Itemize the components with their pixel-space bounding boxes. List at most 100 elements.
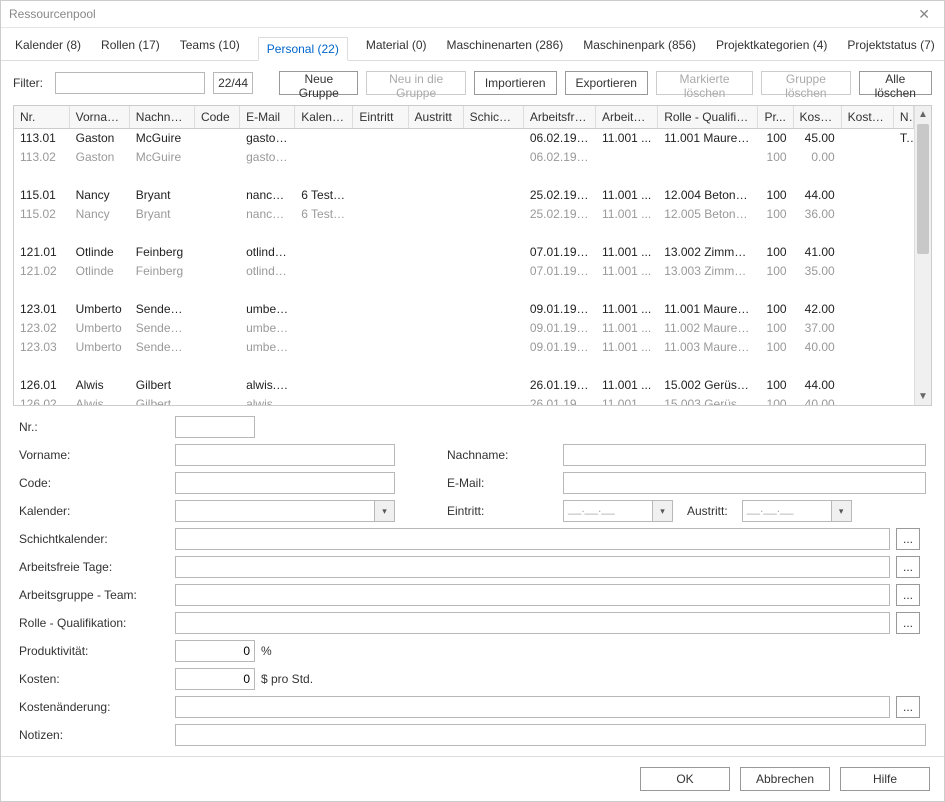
table-row[interactable]: 115.01NancyBryantnancy....6 Test-S...25.…: [14, 186, 914, 205]
data-table-wrapper: Nr.VornameNachnameCodeE-MailKalenderEint…: [13, 105, 932, 406]
filter-label: Filter:: [13, 76, 43, 90]
code-label: Code:: [19, 476, 169, 490]
vertical-scrollbar[interactable]: ▲ ▼: [914, 106, 931, 405]
count-box: 22/44: [213, 72, 253, 94]
code-input[interactable]: [175, 472, 395, 494]
schicht-browse-button[interactable]: ...: [896, 528, 920, 550]
table-row[interactable]: 113.02GastonMcGuiregaston...06.02.19-0..…: [14, 148, 914, 167]
ok-button[interactable]: OK: [640, 767, 730, 791]
nachname-input[interactable]: [563, 444, 926, 466]
close-icon[interactable]: ✕: [912, 6, 936, 23]
col-header[interactable]: Kosten: [793, 106, 841, 129]
export-button[interactable]: Exportieren: [565, 71, 648, 95]
team-input[interactable]: [175, 584, 890, 606]
vorname-input[interactable]: [175, 444, 395, 466]
chevron-down-icon: ▾: [832, 500, 852, 522]
import-button[interactable]: Importieren: [474, 71, 557, 95]
delete-all-button[interactable]: Alle löschen: [859, 71, 932, 95]
filter-input[interactable]: [55, 72, 205, 94]
tab-6[interactable]: Maschinenpark (856): [581, 34, 698, 60]
table-row[interactable]: 113.01GastonMcGuiregaston...06.02.19-0..…: [14, 129, 914, 148]
schicht-input[interactable]: [175, 528, 890, 550]
eintritt-label: Eintritt:: [447, 504, 557, 518]
table-row[interactable]: 121.02OtlindeFeinbergotlinde...07.01.19;…: [14, 262, 914, 281]
rolle-browse-button[interactable]: ...: [896, 612, 920, 634]
kalender-label: Kalender:: [19, 504, 169, 518]
tab-1[interactable]: Rollen (17): [99, 34, 162, 60]
col-header[interactable]: Austritt: [408, 106, 463, 129]
kosten-input[interactable]: [175, 668, 255, 690]
col-header[interactable]: Eintritt: [353, 106, 408, 129]
toolbar: Filter: 22/44 Neue Gruppe Neu in die Gru…: [1, 61, 944, 105]
col-header[interactable]: Code: [194, 106, 239, 129]
freietage-input[interactable]: [175, 556, 890, 578]
col-header[interactable]: Nr.: [14, 106, 69, 129]
kosten-unit: $ pro Std.: [255, 672, 313, 686]
window-title: Ressourcenpool: [9, 7, 96, 21]
tab-0[interactable]: Kalender (8): [13, 34, 83, 60]
kostenaend-input[interactable]: [175, 696, 890, 718]
nr-label: Nr.:: [19, 420, 169, 434]
table-row[interactable]: 123.02UmbertoSendeckyiumbert...09.01.19;…: [14, 319, 914, 338]
kalender-combo[interactable]: ▾: [175, 500, 395, 522]
notizen-input[interactable]: [175, 724, 926, 746]
nachname-label: Nachname:: [447, 448, 557, 462]
table-row[interactable]: 121.01OtlindeFeinbergotlinde...07.01.19;…: [14, 243, 914, 262]
kostenaend-browse-button[interactable]: ...: [896, 696, 920, 718]
col-header[interactable]: Kalender: [295, 106, 353, 129]
table-row[interactable]: 123.03UmbertoSendeckyiumbert...09.01.19;…: [14, 338, 914, 357]
col-header[interactable]: N...: [893, 106, 913, 129]
austritt-label: Austritt:: [687, 504, 728, 518]
kostenaend-label: Kostenänderung:: [19, 700, 169, 714]
tab-2[interactable]: Teams (10): [178, 34, 242, 60]
kosten-label: Kosten:: [19, 672, 169, 686]
col-header[interactable]: E-Mail: [240, 106, 295, 129]
scroll-thumb[interactable]: [917, 124, 929, 254]
col-header[interactable]: Pr...: [758, 106, 793, 129]
header-row[interactable]: Nr.VornameNachnameCodeE-MailKalenderEint…: [14, 106, 914, 129]
prod-label: Produktivität:: [19, 644, 169, 658]
email-input[interactable]: [563, 472, 926, 494]
new-group-button[interactable]: Neue Gruppe: [279, 71, 358, 95]
eintritt-date[interactable]: __.__.__▾: [563, 500, 673, 522]
freietage-browse-button[interactable]: ...: [896, 556, 920, 578]
table-row: [14, 357, 914, 376]
table-row: [14, 167, 914, 186]
table-row[interactable]: 126.02AlwisGilbertalwis.g...26.01.19;2..…: [14, 395, 914, 405]
rolle-input[interactable]: [175, 612, 890, 634]
tab-4[interactable]: Material (0): [364, 34, 429, 60]
tab-5[interactable]: Maschinenarten (286): [445, 34, 566, 60]
col-header[interactable]: Arbeitsfreie...: [523, 106, 595, 129]
chevron-down-icon: ▾: [653, 500, 673, 522]
cancel-button[interactable]: Abbrechen: [740, 767, 830, 791]
col-header[interactable]: Rolle - Qualifik...: [658, 106, 758, 129]
tab-3[interactable]: Personal (22): [258, 37, 348, 61]
tab-8[interactable]: Projektstatus (7): [845, 34, 936, 60]
tab-7[interactable]: Projektkategorien (4): [714, 34, 829, 60]
team-browse-button[interactable]: ...: [896, 584, 920, 606]
dialog-footer: OK Abbrechen Hilfe: [1, 756, 944, 801]
austritt-date[interactable]: __.__.__▾: [742, 500, 852, 522]
col-header[interactable]: Nachname: [129, 106, 194, 129]
resource-pool-dialog: Ressourcenpool ✕ Kalender (8) Rollen (17)…: [0, 0, 945, 802]
help-button[interactable]: Hilfe: [840, 767, 930, 791]
table-row[interactable]: 123.01UmbertoSendeckyiumbert...09.01.19;…: [14, 300, 914, 319]
prod-unit: %: [255, 644, 272, 658]
table-row: [14, 224, 914, 243]
new-in-group-button: Neu in die Gruppe: [366, 71, 465, 95]
col-header[interactable]: Kosten...: [841, 106, 893, 129]
col-header[interactable]: Vorname: [69, 106, 129, 129]
nr-input[interactable]: [175, 416, 255, 438]
data-table: Nr.VornameNachnameCodeE-MailKalenderEint…: [14, 106, 914, 405]
table-row[interactable]: 126.01AlwisGilbertalwis.g...26.01.19;2..…: [14, 376, 914, 395]
titlebar: Ressourcenpool ✕: [1, 1, 944, 28]
table-row: [14, 281, 914, 300]
col-header[interactable]: Arbeitsgr...: [596, 106, 658, 129]
col-header[interactable]: Schichtk...: [463, 106, 523, 129]
scroll-up-icon[interactable]: ▲: [915, 106, 931, 123]
table-row[interactable]: 115.02NancyBryantnancy....6 Test-S...25.…: [14, 205, 914, 224]
scroll-down-icon[interactable]: ▼: [915, 388, 931, 405]
prod-input[interactable]: [175, 640, 255, 662]
chevron-down-icon: ▾: [375, 500, 395, 522]
email-label: E-Mail:: [447, 476, 557, 490]
